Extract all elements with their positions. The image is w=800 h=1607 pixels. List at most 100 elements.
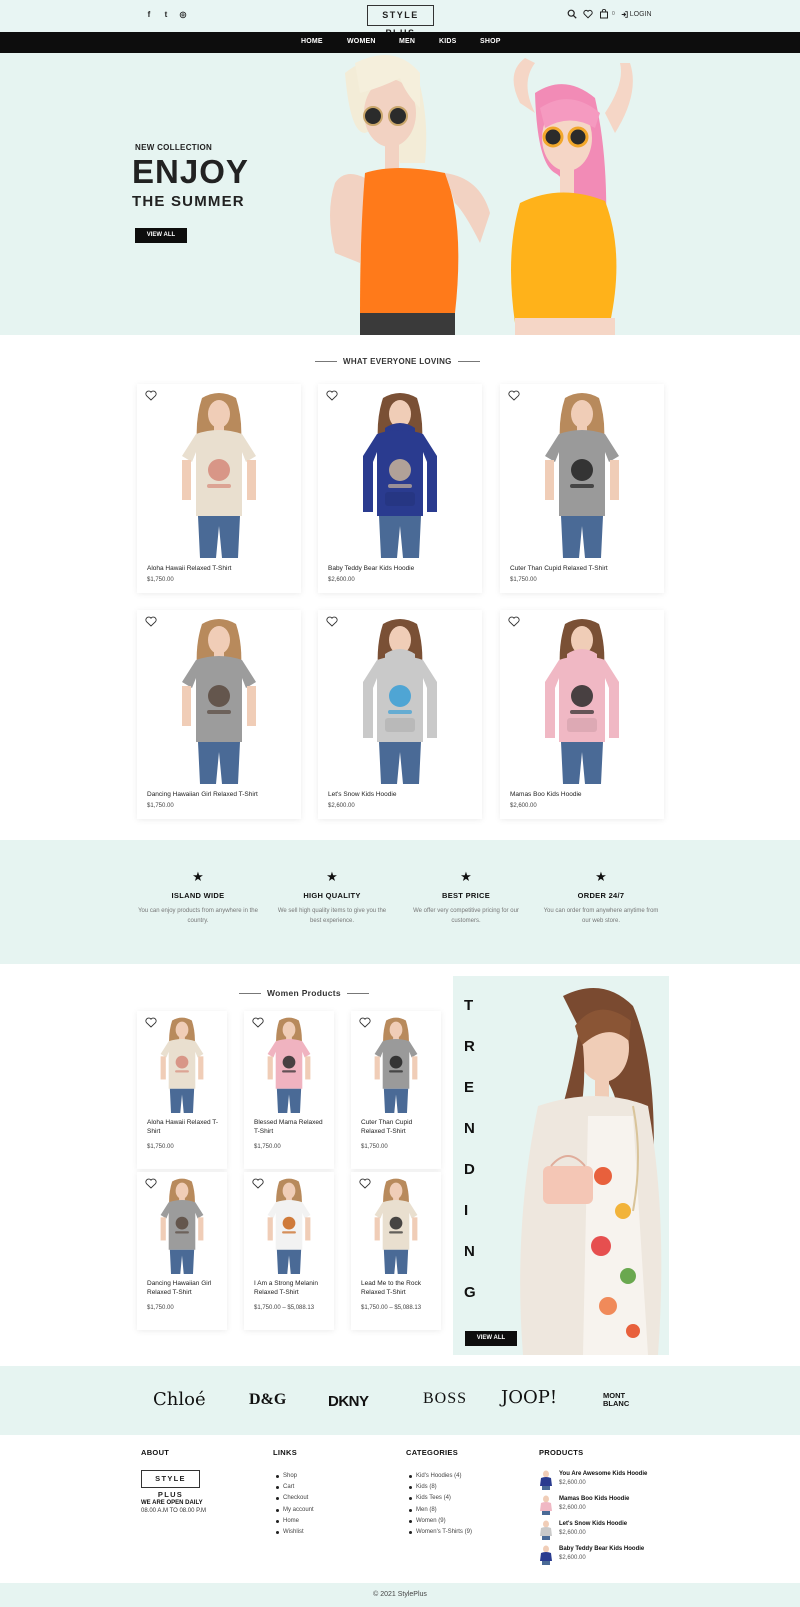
product-name[interactable]: Aloha Hawaii Relaxed T-Shirt <box>147 1118 221 1136</box>
product-name[interactable]: Let's Snow Kids Hoodie <box>328 790 478 799</box>
product-card[interactable]: Aloha Hawaii Relaxed T-Shirt $1,750.00 <box>137 384 301 593</box>
footer-product-name[interactable]: You Are Awesome Kids Hoodie <box>559 1471 647 1477</box>
footer-category-item[interactable]: Kids Tees (4) <box>406 1493 472 1504</box>
nav-home[interactable]: HOME <box>301 38 323 45</box>
product-card[interactable]: I Am a Strong Melanin Relaxed T-Shirt $1… <box>244 1172 334 1330</box>
footer-product-name[interactable]: Let's Snow Kids Hoodie <box>559 1521 627 1527</box>
social-links: f t ◎ <box>145 11 187 19</box>
nav-shop[interactable]: SHOP <box>480 38 501 45</box>
product-card[interactable]: Dancing Hawaiian Girl Relaxed T-Shirt $1… <box>137 610 301 819</box>
product-card[interactable]: Cuter Than Cupid Relaxed T-Shirt $1,750.… <box>351 1011 441 1169</box>
login-link[interactable]: LOGIN <box>621 11 652 18</box>
cart-icon[interactable] <box>599 9 609 19</box>
product-name[interactable]: Cuter Than Cupid Relaxed T-Shirt <box>510 564 660 573</box>
footer-link-shop[interactable]: Shop <box>273 1471 314 1482</box>
heart-icon[interactable] <box>508 390 520 401</box>
product-image[interactable] <box>153 1017 211 1113</box>
product-image[interactable] <box>355 618 445 784</box>
brand-dkny[interactable]: DKNY <box>328 1393 369 1410</box>
brand-joop[interactable]: JOOP! <box>501 1387 557 1408</box>
product-image[interactable] <box>260 1017 318 1113</box>
nav-women[interactable]: WOMEN <box>347 38 376 45</box>
footer-products: PRODUCTS You Are Awesome Kids Hoodie $2,… <box>539 1448 647 1565</box>
product-image[interactable] <box>537 618 627 784</box>
product-name[interactable]: Blessed Mama Relaxed T-Shirt <box>254 1118 328 1136</box>
brand-chloe[interactable]: Chloé <box>153 1389 206 1410</box>
product-image[interactable] <box>174 618 264 784</box>
footer-product-thumb[interactable] <box>539 1545 553 1565</box>
product-image[interactable] <box>153 1178 211 1274</box>
product-image[interactable] <box>367 1178 425 1274</box>
heart-icon[interactable] <box>326 616 338 627</box>
brand-dg[interactable]: D&G <box>249 1391 286 1409</box>
product-image[interactable] <box>174 392 264 558</box>
feature-high-quality: ★ HIGH QUALITY We sell high quality item… <box>272 870 392 926</box>
wishlist-heart-icon[interactable] <box>583 9 593 19</box>
footer-link-home[interactable]: Home <box>273 1516 314 1527</box>
site-logo[interactable]: STYLE PLUS <box>367 5 434 38</box>
brand-boss[interactable]: BOSS <box>423 1390 467 1408</box>
heart-icon[interactable] <box>508 616 520 627</box>
footer-link-checkout[interactable]: Checkout <box>273 1493 314 1504</box>
heart-icon[interactable] <box>145 390 157 401</box>
footer-link-my-account[interactable]: My account <box>273 1505 314 1516</box>
product-name[interactable]: I Am a Strong Melanin Relaxed T-Shirt <box>254 1279 328 1297</box>
footer-about: ABOUT STYLE PLUS WE ARE OPEN DAILY 08.00… <box>141 1448 206 1514</box>
product-card[interactable]: Aloha Hawaii Relaxed T-Shirt $1,750.00 <box>137 1011 227 1169</box>
footer-product-item[interactable]: Let's Snow Kids Hoodie $2,600.00 <box>539 1520 647 1540</box>
nav-men[interactable]: MEN <box>399 38 415 45</box>
product-card[interactable]: Cuter Than Cupid Relaxed T-Shirt $1,750.… <box>500 384 664 593</box>
footer-logo[interactable]: STYLE PLUS <box>141 1470 200 1499</box>
heart-icon[interactable] <box>326 390 338 401</box>
copyright-text: © 2021 StylePlus <box>373 1591 427 1598</box>
footer-product-name[interactable]: Baby Teddy Bear Kids Hoodie <box>559 1546 644 1552</box>
product-card[interactable]: Blessed Mama Relaxed T-Shirt $1,750.00 <box>244 1011 334 1169</box>
footer-link-wishlist[interactable]: Wishlist <box>273 1527 314 1538</box>
nav-kids[interactable]: KIDS <box>439 38 457 45</box>
footer-category-item[interactable]: Kid's Hoodies (4) <box>406 1471 472 1482</box>
brand-montblanc[interactable]: MONT BLANC <box>603 1392 639 1408</box>
footer-product-name[interactable]: Mamas Boo Kids Hoodie <box>559 1496 629 1502</box>
product-card[interactable]: Baby Teddy Bear Kids Hoodie $2,600.00 <box>318 384 482 593</box>
product-price: $1,750.00 <box>147 1305 174 1311</box>
trending-letter: N <box>464 1243 475 1260</box>
product-name[interactable]: Baby Teddy Bear Kids Hoodie <box>328 564 478 573</box>
product-name[interactable]: Lead Me to the Rock Relaxed T-Shirt <box>361 1279 435 1297</box>
facebook-icon[interactable]: f <box>145 11 153 19</box>
footer-product-thumb[interactable] <box>539 1470 553 1490</box>
footer-product-item[interactable]: You Are Awesome Kids Hoodie $2,600.00 <box>539 1470 647 1490</box>
hero-view-all-button[interactable]: VIEW ALL <box>135 228 187 243</box>
header-actions: 0 LOGIN <box>567 9 652 19</box>
footer-product-item[interactable]: Baby Teddy Bear Kids Hoodie $2,600.00 <box>539 1545 647 1565</box>
product-card[interactable]: Lead Me to the Rock Relaxed T-Shirt $1,7… <box>351 1172 441 1330</box>
product-name[interactable]: Mamas Boo Kids Hoodie <box>510 790 660 799</box>
search-icon[interactable] <box>567 9 577 19</box>
footer-category-item[interactable]: Kids (8) <box>406 1482 472 1493</box>
product-image[interactable] <box>260 1178 318 1274</box>
footer-product-item[interactable]: Mamas Boo Kids Hoodie $2,600.00 <box>539 1495 647 1515</box>
footer-product-thumb[interactable] <box>539 1495 553 1515</box>
footer-category-item[interactable]: Women (9) <box>406 1516 472 1527</box>
footer-hours: 08.00 A.M TO 08.00 P.M <box>141 1508 207 1514</box>
heart-icon[interactable] <box>145 616 157 627</box>
instagram-icon[interactable]: ◎ <box>179 11 187 19</box>
footer-link-cart[interactable]: Cart <box>273 1482 314 1493</box>
product-price: $1,750.00 <box>254 1144 281 1150</box>
footer-product-thumb[interactable] <box>539 1520 553 1540</box>
product-card[interactable]: Let's Snow Kids Hoodie $2,600.00 <box>318 610 482 819</box>
footer-category-item[interactable]: Women's T-Shirts (9) <box>406 1527 472 1538</box>
footer-category-item[interactable]: Men (8) <box>406 1505 472 1516</box>
product-card[interactable]: Dancing Hawaiian Girl Relaxed T-Shirt $1… <box>137 1172 227 1330</box>
hero-models-image <box>330 55 633 335</box>
product-image[interactable] <box>537 392 627 558</box>
product-image[interactable] <box>367 1017 425 1113</box>
product-name[interactable]: Cuter Than Cupid Relaxed T-Shirt <box>361 1118 435 1136</box>
trending-view-all-button[interactable]: VIEW ALL <box>465 1331 517 1346</box>
twitter-icon[interactable]: t <box>162 11 170 19</box>
product-name[interactable]: Dancing Hawaiian Girl Relaxed T-Shirt <box>147 790 297 799</box>
product-name[interactable]: Aloha Hawaii Relaxed T-Shirt <box>147 564 297 573</box>
product-name[interactable]: Dancing Hawaiian Girl Relaxed T-Shirt <box>147 1279 221 1297</box>
trending-letter: I <box>464 1202 469 1219</box>
product-card[interactable]: Mamas Boo Kids Hoodie $2,600.00 <box>500 610 664 819</box>
product-image[interactable] <box>355 392 445 558</box>
